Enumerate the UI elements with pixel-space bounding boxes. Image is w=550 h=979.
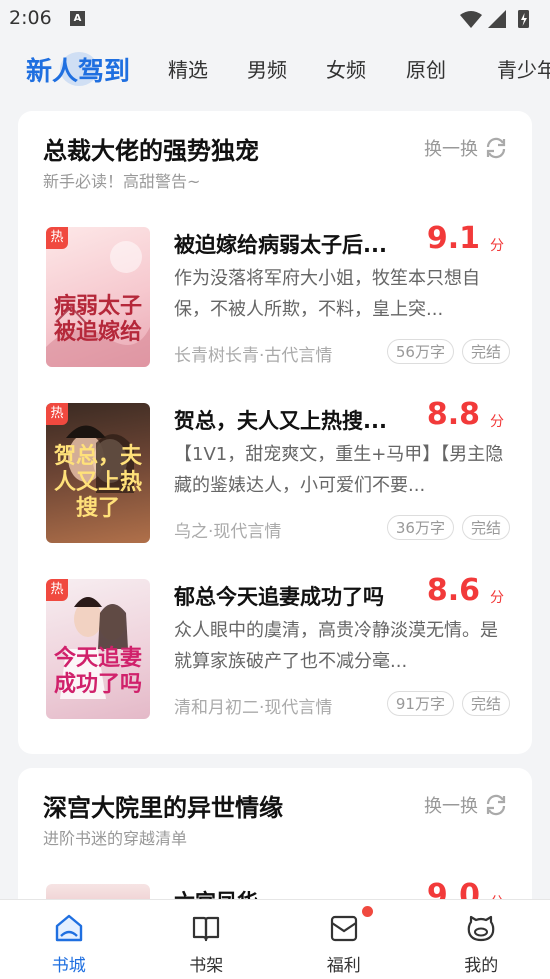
refresh-label: 换一换 [424,796,478,817]
notification-dot [361,906,373,917]
category-tabs: 新人驾到 精选 男频 女频 原创 青少年 [0,40,550,100]
book-author-genre: 乌之·现代言情 [174,522,282,542]
word-count-tag: 56万字 [386,339,454,364]
nav-label: 书架 [189,956,224,976]
status-tag: 完结 [461,691,510,716]
section-subtitle: 进阶书迷的穿越清单 [43,829,188,848]
book-description: 作为没落将军府大小姐，牧笙本只想自保，不被人所欺，不料，皇上突... [174,268,480,320]
tab-original[interactable]: 原创 [406,54,446,83]
nav-welfare[interactable]: 福利 [275,900,413,979]
book-title: 郁总今天追妻成功了吗 [174,585,384,609]
system-status-icons [460,10,529,28]
bottom-navigation: 书城 书架 福利 我的 [0,899,550,979]
signal-icon [488,10,506,28]
hot-badge: 热 [46,227,68,249]
nav-bookshelf[interactable]: 书架 [138,900,276,979]
cover-title-text: 今天追妻成功了吗 [53,645,142,697]
refresh-icon [486,794,506,816]
gift-icon [330,915,357,942]
book-description: 【1V1，甜宠爽文，重生+马甲】【男主隐藏的鉴婊达人，小可爱们不要... [174,444,504,496]
book-tags: 56万字 完结 [386,339,510,364]
word-count-tag: 36万字 [386,515,454,540]
cover-title-text: 贺总，夫人又上热搜了 [53,443,142,521]
tab-male[interactable]: 男频 [247,54,287,83]
tab-female[interactable]: 女频 [326,54,366,83]
status-bar: 2:06 A [0,0,550,36]
tab-youth[interactable]: 青少年 [497,54,550,83]
refresh-icon [486,137,506,159]
book-description: 众人眼中的虞清，高贵冷静淡漠无情。是就算家族破产了也不减分毫... [174,620,498,672]
nav-bookstore[interactable]: 书城 [0,900,138,979]
book-item[interactable]: 热 贺总，夫人又上热搜了 贺总，夫人又上热搜... 8.8 分 【1V1，甜宠爽… [46,397,510,543]
section-title: 总裁大佬的强势独宠 [43,137,259,165]
refresh-button[interactable]: 换一换 [424,792,508,818]
home-icon [55,914,82,942]
book-score: 9.1 [426,221,480,256]
hot-badge: 热 [46,579,68,601]
refresh-button[interactable]: 换一换 [424,135,508,161]
nav-label: 我的 [464,956,499,976]
section-subtitle: 新手必读！高甜警告~ [43,172,201,191]
cover-title-text: 病弱太子被追嫁给 [53,293,142,345]
book-title: 贺总，夫人又上热搜... [174,409,387,433]
score-unit: 分 [490,414,504,430]
notification-a-icon: A [70,11,85,26]
section-card: 总裁大佬的强势独宠 新手必读！高甜警告~ 换一换 热 病弱太子被追嫁给 被迫嫁给… [18,111,532,754]
nav-label: 书城 [51,956,86,976]
hot-badge: 热 [46,403,68,425]
book-score: 8.8 [426,397,480,432]
book-tags: 36万字 完结 [386,515,510,540]
status-time: 2:06 [9,7,52,29]
score-unit: 分 [490,590,504,606]
book-item[interactable]: 热 病弱太子被追嫁给 被迫嫁给病弱太子后... 9.1 分 作为没落将军府大小姐… [46,221,510,367]
word-count-tag: 91万字 [386,691,454,716]
book-icon [193,916,220,942]
book-score: 8.6 [426,573,480,608]
section-title: 深宫大院里的异世情缘 [43,794,283,822]
profile-icon [467,915,495,942]
status-tag: 完结 [461,339,510,364]
book-tags: 91万字 完结 [386,691,510,716]
nav-label: 福利 [326,956,361,976]
book-cover[interactable]: 热 病弱太子被追嫁给 [46,227,150,367]
nav-profile[interactable]: 我的 [413,900,550,979]
book-author-genre: 清和月初二·现代言情 [174,698,333,718]
tab-newcomer[interactable]: 新人驾到 [26,51,130,88]
refresh-label: 换一换 [424,139,478,160]
tab-featured[interactable]: 精选 [168,54,208,83]
wifi-icon [460,11,482,28]
book-author-genre: 长青树长青·古代言情 [174,346,333,366]
status-tag: 完结 [461,515,510,540]
book-title: 被迫嫁给病弱太子后... [174,233,387,257]
book-cover[interactable]: 热 今天追妻成功了吗 [46,579,150,719]
book-cover[interactable]: 热 贺总，夫人又上热搜了 [46,403,150,543]
score-unit: 分 [490,238,504,254]
book-item[interactable]: 热 今天追妻成功了吗 郁总今天追妻成功了吗 8.6 分 众人眼中的虞清，高贵冷静… [46,573,510,719]
